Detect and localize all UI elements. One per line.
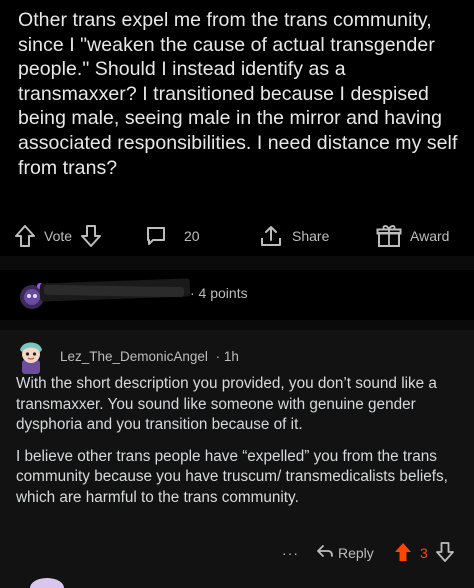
reply-icon bbox=[316, 544, 334, 563]
collapsed-points: · 4 points bbox=[190, 285, 248, 301]
downvote-icon[interactable] bbox=[80, 224, 102, 248]
award-button[interactable]: Award bbox=[376, 219, 449, 253]
comment-count: 20 bbox=[184, 228, 200, 244]
upvote-icon[interactable] bbox=[14, 224, 36, 248]
comment-icon bbox=[144, 224, 168, 248]
section-divider bbox=[0, 256, 474, 270]
comment-paragraph: I believe other trans people have “expel… bbox=[16, 447, 448, 506]
share-button[interactable]: Share bbox=[258, 219, 329, 253]
comment-author[interactable]: Lez_The_DemonicAngel bbox=[60, 349, 208, 364]
comment-vote-group: 3 bbox=[394, 538, 454, 568]
comment-time: · 1h bbox=[215, 349, 239, 364]
comment: Lez_The_DemonicAngel · 1h With the short… bbox=[0, 330, 474, 588]
post-title: Other trans expel me from the trans comm… bbox=[18, 9, 458, 179]
comment-score: 3 bbox=[420, 545, 428, 561]
comment-action-bar: ··· Reply 3 bbox=[0, 538, 474, 568]
downvote-icon[interactable] bbox=[435, 541, 454, 565]
more-icon[interactable]: ··· bbox=[282, 538, 299, 568]
comment-author-line: Lez_The_DemonicAngel · 1h bbox=[60, 349, 239, 364]
award-icon bbox=[376, 224, 402, 248]
upvote-icon[interactable] bbox=[394, 542, 412, 565]
award-label: Award bbox=[410, 228, 450, 244]
comment-divider bbox=[0, 320, 474, 330]
post-action-bar: Vote 20 Share Award bbox=[0, 219, 474, 253]
vote-label: Vote bbox=[44, 228, 73, 244]
comments-button[interactable]: 20 bbox=[144, 219, 200, 253]
reply-label: Reply bbox=[338, 545, 374, 561]
share-label: Share bbox=[292, 228, 330, 244]
comment-body: With the short description you provided,… bbox=[16, 374, 462, 520]
vote-group: Vote bbox=[14, 219, 102, 253]
comment-paragraph: With the short description you provided,… bbox=[16, 375, 437, 434]
reply-button[interactable]: Reply bbox=[316, 538, 374, 568]
avatar-icon[interactable] bbox=[16, 340, 46, 374]
share-icon bbox=[258, 224, 284, 248]
